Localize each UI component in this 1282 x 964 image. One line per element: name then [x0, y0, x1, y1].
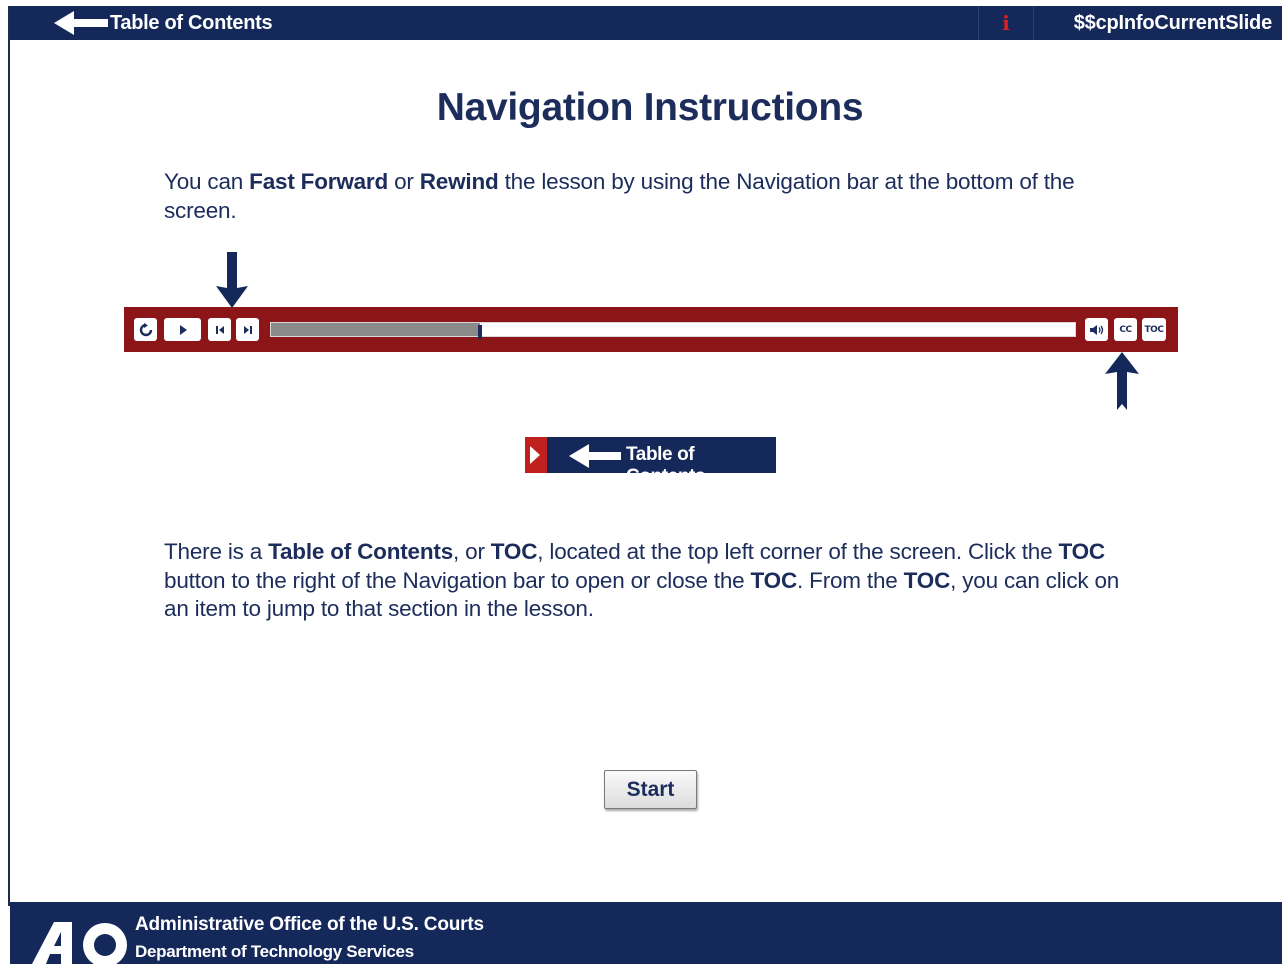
top-bar: Table of Contents i $$cpInfoCurrentSlide: [10, 6, 1282, 40]
emphasis-rewind: Rewind: [419, 169, 499, 194]
toc-toggle-label: Table of Contents: [110, 11, 273, 34]
text-segment: , located at the top left corner of the …: [537, 539, 1059, 564]
instructions-paragraph-toc: There is a Table of Contents, or TOC, lo…: [164, 538, 1134, 624]
ao-logo: [32, 922, 127, 964]
organization-name: Administrative Office of the U.S. Courts: [135, 914, 484, 935]
progress-scrubber[interactable]: [270, 322, 1076, 339]
current-slide-indicator: $$cpInfoCurrentSlide: [1073, 12, 1272, 34]
text-segment: You can: [164, 169, 250, 194]
slide-frame: Table of Contents i $$cpInfoCurrentSlide…: [0, 0, 1282, 964]
navigation-bar: CC TOC: [124, 307, 1178, 352]
emphasis-toc: TOC: [1058, 539, 1105, 564]
rewind-button[interactable]: [134, 318, 157, 341]
progress-fill: [271, 323, 481, 336]
text-segment: button to the right of the Navigation ba…: [164, 567, 751, 593]
toc-example-button[interactable]: Table of Contents: [525, 437, 776, 487]
toc-icon: TOC: [1144, 324, 1164, 335]
arrow-left-icon: [569, 444, 621, 468]
next-slide-button[interactable]: [236, 318, 259, 341]
closed-captions-icon: CC: [1119, 324, 1132, 335]
department-name: Department of Technology Services: [135, 942, 414, 961]
instructions-paragraph-navigation: You can Fast Forward or Rewind the lesso…: [164, 168, 1134, 225]
toc-example-label: Table of Contents: [626, 444, 706, 487]
page-title: Navigation Instructions: [436, 86, 864, 129]
emphasis-toc: TOC: [490, 539, 538, 564]
emphasis-fast-forward: Fast Forward: [249, 169, 389, 194]
arrow-left-icon: [54, 11, 108, 35]
audio-button[interactable]: [1085, 318, 1108, 341]
info-button[interactable]: i: [978, 6, 1034, 40]
toc-expand-tab: [525, 437, 547, 473]
progress-handle[interactable]: [478, 325, 483, 339]
triangle-right-icon: [530, 446, 540, 464]
text-segment: There is a: [164, 539, 269, 564]
closed-captions-button[interactable]: CC: [1114, 318, 1137, 341]
arrow-up-pointer-icon: [1105, 352, 1139, 410]
footer-bar: Administrative Office of the U.S. Courts…: [10, 902, 1282, 964]
left-border: [8, 6, 10, 906]
skip-back-icon: [215, 325, 224, 334]
start-button[interactable]: Start: [604, 770, 697, 809]
emphasis-toc: TOC: [903, 567, 951, 593]
play-icon: [179, 324, 187, 335]
emphasis-toc: TOC: [750, 567, 798, 593]
text-segment: , or: [453, 539, 491, 564]
skip-forward-icon: [243, 325, 252, 334]
play-button[interactable]: [164, 318, 201, 341]
arrow-down-pointer-icon: [216, 252, 248, 308]
emphasis-table-of-contents: Table of Contents: [268, 539, 454, 564]
toc-button[interactable]: TOC: [1142, 318, 1166, 341]
previous-slide-button[interactable]: [208, 318, 231, 341]
toc-toggle-button[interactable]: Table of Contents: [54, 6, 273, 40]
speaker-icon: [1089, 324, 1103, 335]
info-icon: i: [1002, 11, 1010, 35]
text-segment: or: [388, 169, 420, 194]
text-segment: . From the: [797, 567, 904, 593]
refresh-icon: [139, 322, 152, 336]
